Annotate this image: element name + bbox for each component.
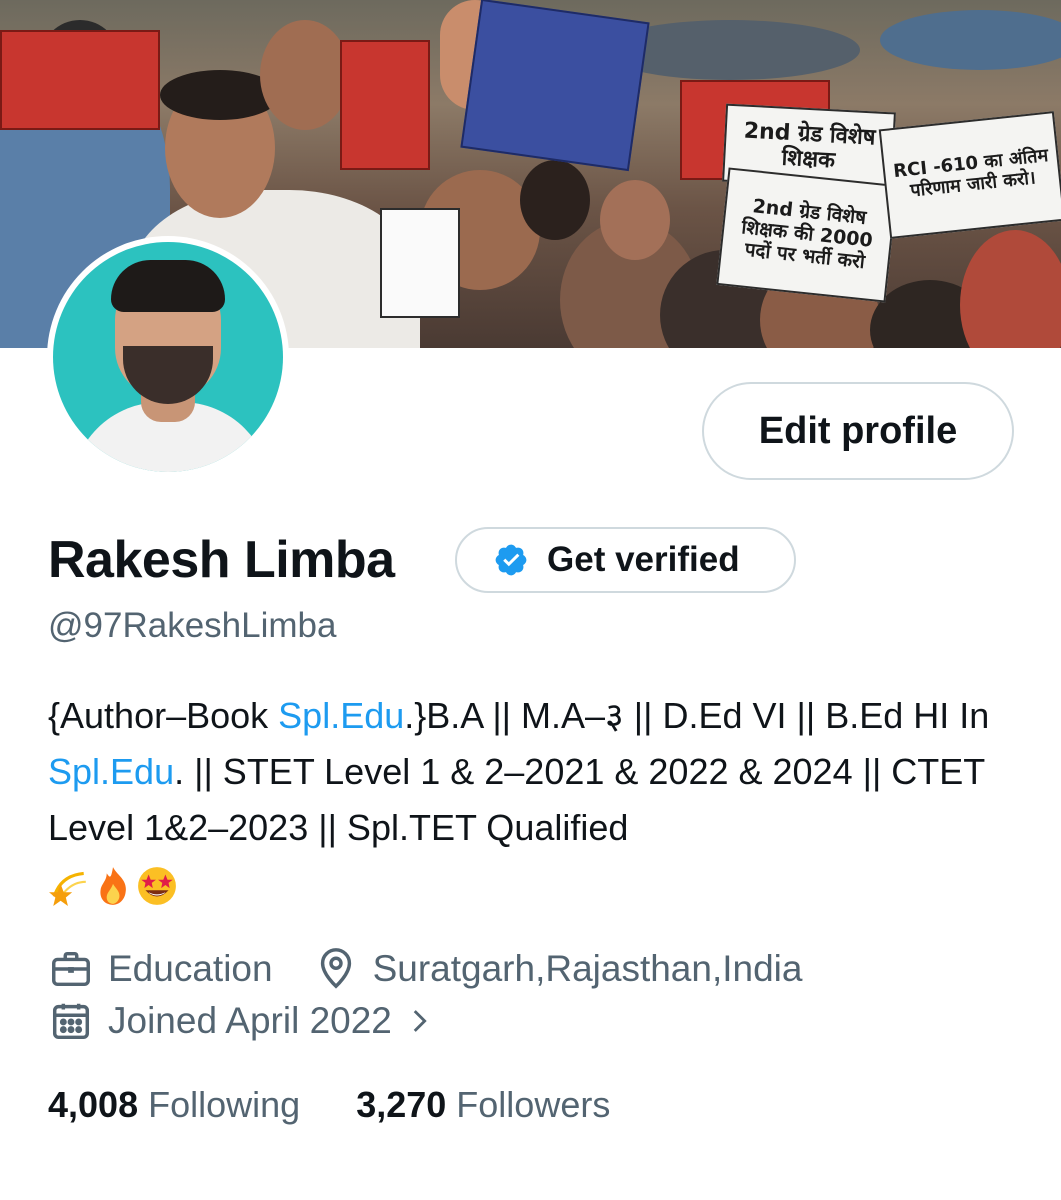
banner-placard	[0, 30, 160, 130]
following-link[interactable]: 4,008 Following	[48, 1084, 300, 1126]
bio-text: {Author–Book	[48, 695, 279, 736]
user-handle: @97RakeshLimba	[48, 606, 337, 645]
banner-sign: RCI -610 का अंतिम परिणाम जारी करो।	[878, 111, 1061, 239]
display-name: Rakesh Limba	[48, 531, 395, 589]
profile-bio: {Author–Book Spl.Edu.}B.A || M.A–३ || D.…	[48, 688, 1028, 912]
chevron-right-icon	[413, 1010, 427, 1032]
profile-avatar[interactable]	[47, 236, 289, 478]
banner-person	[260, 20, 350, 130]
banner-sign	[380, 208, 460, 318]
joined-item[interactable]: Joined April 2022	[48, 998, 436, 1044]
avatar-beard	[123, 346, 213, 404]
joined-label: Joined April 2022	[108, 1000, 392, 1041]
banner-person	[960, 230, 1061, 348]
bio-link[interactable]: Spl.Edu	[48, 751, 174, 792]
verified-badge-icon	[495, 544, 527, 576]
follow-stats: 4,008 Following 3,270 Followers	[48, 1084, 610, 1126]
briefcase-icon	[52, 951, 90, 987]
avatar-photo	[53, 242, 283, 472]
bio-emojis	[48, 865, 178, 907]
fire-emoji-icon	[100, 867, 126, 906]
location-item: Suratgarh,Rajasthan,India	[313, 946, 803, 992]
banner-placard	[340, 40, 430, 170]
location-label: Suratgarh,Rajasthan,India	[372, 948, 803, 989]
banner-person	[600, 180, 670, 260]
location-pin-icon	[320, 948, 351, 989]
bio-text: .}B.A || M.A–३ || D.Ed VI || B.Ed HI In	[404, 695, 990, 736]
dizzy-star-emoji-icon	[49, 872, 86, 907]
edit-profile-button[interactable]: Edit profile	[702, 382, 1014, 480]
calendar-icon	[52, 1003, 90, 1040]
profile-meta-row: Education Suratgarh,Rajasthan,India	[48, 946, 842, 992]
star-struck-emoji-icon	[138, 867, 176, 906]
get-verified-label: Get verified	[547, 540, 740, 579]
banner-sign: 2nd ग्रेड विशेष शिक्षक की 2000 पदों पर भ…	[716, 167, 898, 303]
bio-text: . || STET Level 1 & 2–2021 & 2022 & 2024…	[48, 751, 985, 848]
followers-count: 3,270	[356, 1084, 447, 1125]
banner-placard	[460, 0, 650, 172]
avatar-hair	[111, 260, 225, 312]
following-count: 4,008	[48, 1084, 139, 1125]
followers-link[interactable]: 3,270 Followers	[356, 1084, 610, 1126]
banner-person	[520, 160, 590, 240]
bio-link[interactable]: Spl.Edu	[278, 695, 404, 736]
banner-person	[880, 10, 1061, 70]
category-item: Education	[48, 946, 273, 992]
category-label: Education	[108, 948, 273, 989]
get-verified-button[interactable]: Get verified	[455, 527, 796, 593]
followers-label: Followers	[456, 1084, 611, 1125]
joined-row[interactable]: Joined April 2022	[48, 998, 476, 1044]
following-label: Following	[148, 1084, 301, 1125]
